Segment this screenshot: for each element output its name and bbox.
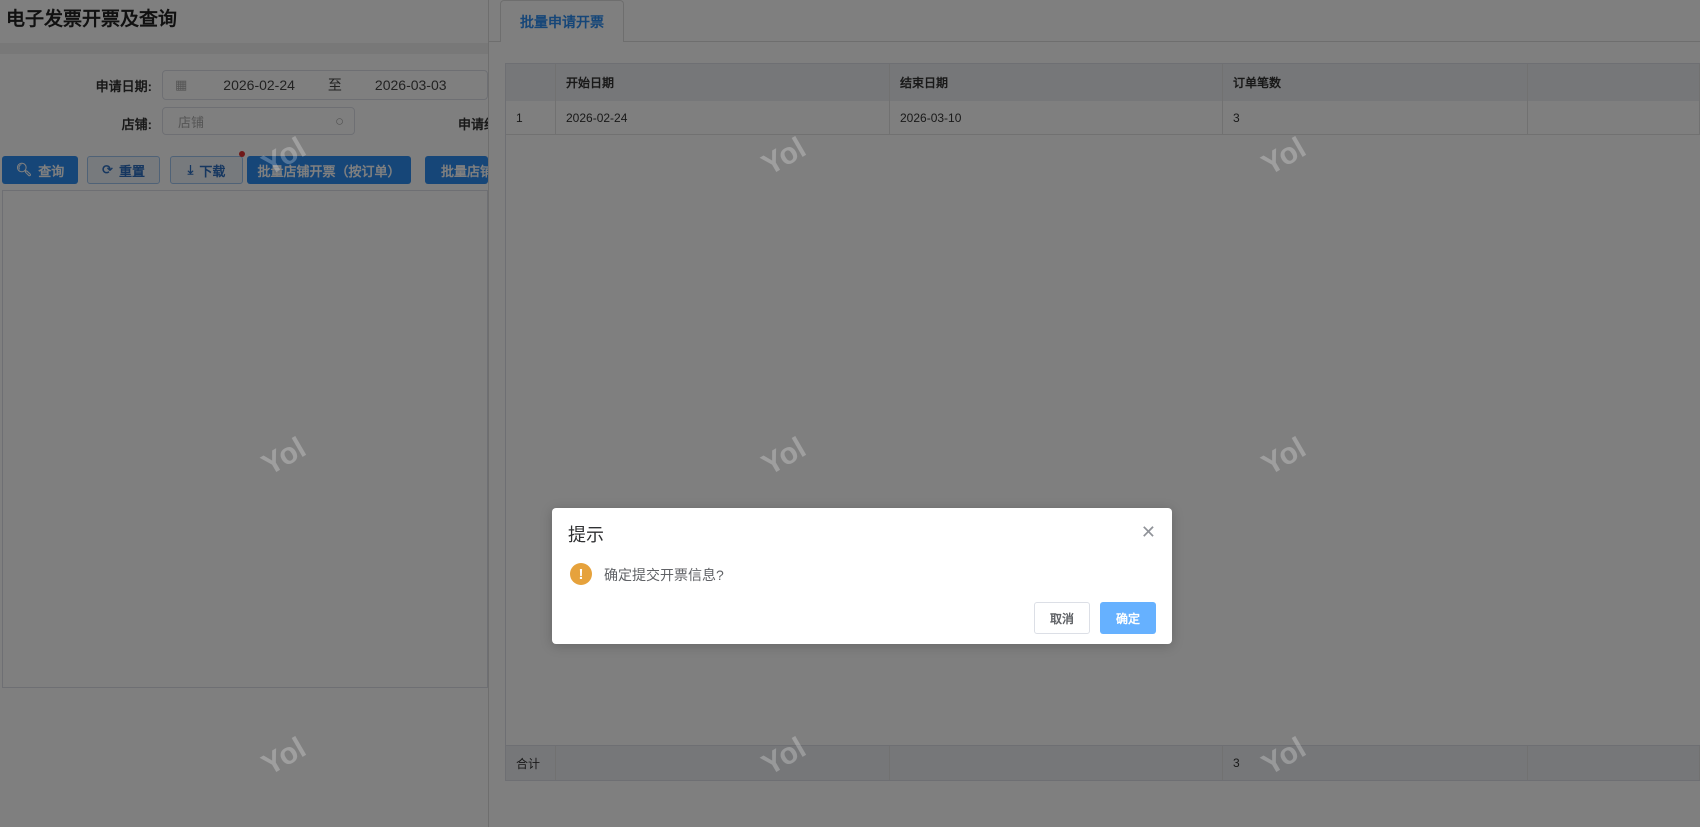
close-icon[interactable]: ✕ <box>1141 522 1156 543</box>
confirm-button[interactable]: 确定 <box>1100 602 1156 634</box>
warning-icon: ! <box>570 563 592 585</box>
modal-mask[interactable] <box>0 0 1700 827</box>
dialog-message: 确定提交开票信息? <box>604 567 724 583</box>
dialog-title: 提示 <box>568 525 604 545</box>
cancel-button[interactable]: 取消 <box>1034 602 1090 634</box>
confirm-dialog: 提示 ✕ ! 确定提交开票信息? 取消 确定 <box>552 508 1172 644</box>
